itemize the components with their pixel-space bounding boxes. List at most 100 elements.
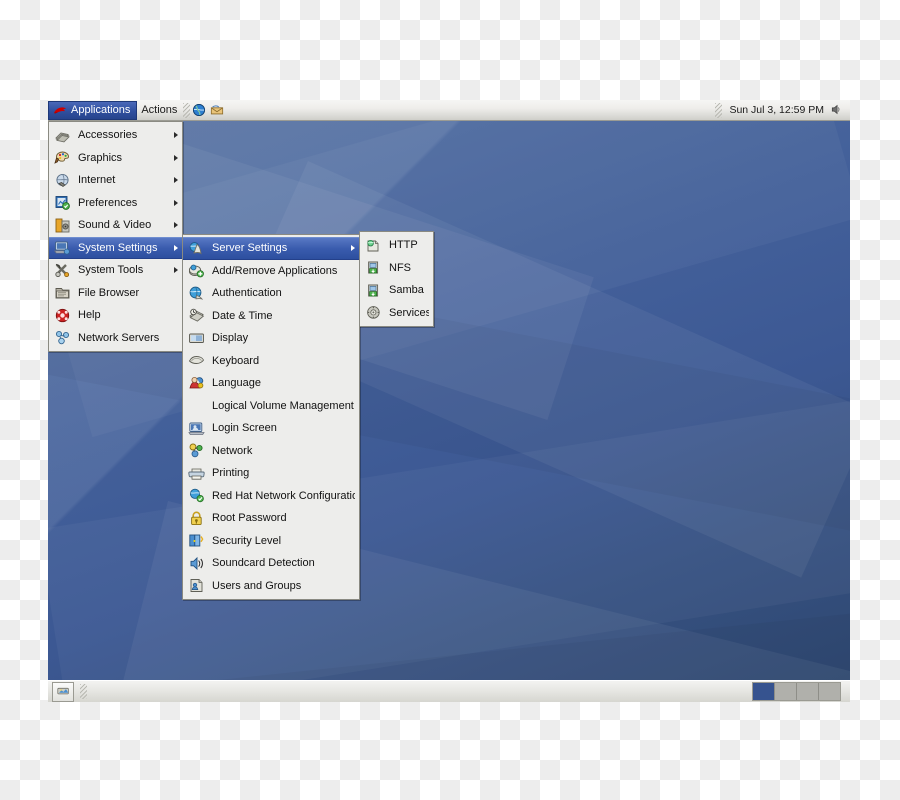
menu-item-red-hat-network-configuration[interactable]: Red Hat Network Configuration — [183, 485, 359, 508]
envelope-icon[interactable] — [210, 103, 224, 117]
menu-item-label: Root Password — [212, 512, 287, 525]
menu-item-printing[interactable]: Printing — [183, 462, 359, 485]
menu-item-label: System Tools — [78, 264, 144, 277]
server-settings-menu: HTTP NFS Samba Services — [359, 231, 434, 327]
menu-item-label: Network Servers — [78, 331, 160, 344]
menu-item-label: HTTP — [389, 239, 418, 252]
menu-item-root-password[interactable]: Root Password — [183, 507, 359, 530]
menu-item-label: Network — [212, 444, 253, 457]
tray-grip[interactable] — [715, 102, 723, 118]
menu-item-sound-video[interactable]: Sound & Video — [49, 214, 182, 237]
menu-item-accessories[interactable]: Accessories — [49, 124, 182, 147]
network-icon — [188, 442, 205, 459]
menu-item-nfs[interactable]: NFS — [360, 257, 433, 280]
menu-item-internet[interactable]: Internet — [49, 169, 182, 192]
menu-item-label: Keyboard — [212, 354, 260, 367]
menu-item-label: Help — [78, 309, 101, 322]
globe-icon[interactable] — [192, 103, 206, 117]
nfs-icon — [365, 259, 382, 276]
menu-item-security-level[interactable]: Security Level — [183, 530, 359, 553]
menu-item-label: Add/Remove Applications — [212, 264, 338, 277]
menu-item-graphics[interactable]: Graphics — [49, 147, 182, 170]
window-list-grip[interactable] — [80, 684, 87, 699]
applications-menu-button[interactable]: Applications — [48, 100, 138, 120]
menu-item-label: Soundcard Detection — [212, 557, 315, 570]
menu-item-logical-volume-management[interactable]: Logical Volume Management — [183, 395, 359, 418]
menu-item-users-and-groups[interactable]: Users and Groups — [183, 575, 359, 598]
soundcard-icon — [188, 555, 205, 572]
speaker-icon[interactable] — [829, 103, 843, 117]
transparency-backdrop: Applications Actions Sun Jul 3, 12:59 PM… — [0, 0, 900, 800]
menu-item-authentication[interactable]: Authentication — [183, 282, 359, 305]
menu-item-server-settings[interactable]: Server Settings — [183, 237, 359, 260]
menu-item-label: Date & Time — [212, 309, 273, 322]
applications-menu: Accessories Graphics Internet Preference… — [48, 121, 183, 352]
menu-item-soundcard-detection[interactable]: Soundcard Detection — [183, 552, 359, 575]
workspace-3[interactable] — [797, 683, 819, 700]
menu-item-network[interactable]: Network — [183, 440, 359, 463]
menu-item-label: Language — [212, 377, 261, 390]
menu-item-preferences[interactable]: Preferences — [49, 192, 182, 215]
menu-item-network-servers[interactable]: Network Servers — [49, 327, 182, 350]
redhat-fedora-icon — [53, 103, 67, 117]
date-time-icon — [188, 307, 205, 324]
chevron-right-icon — [174, 222, 178, 229]
chevron-right-icon — [174, 199, 178, 206]
bottom-panel — [48, 680, 850, 702]
desktop-screen: Applications Actions Sun Jul 3, 12:59 PM… — [48, 100, 850, 702]
menu-item-file-browser[interactable]: File Browser — [49, 282, 182, 305]
menu-item-services[interactable]: Services — [360, 302, 433, 325]
applications-menu-label: Applications — [71, 104, 131, 116]
menu-item-help[interactable]: Help — [49, 304, 182, 327]
workspace-switcher[interactable] — [752, 682, 841, 701]
language-icon — [188, 375, 205, 392]
rhn-config-icon — [188, 487, 205, 504]
clock[interactable]: Sun Jul 3, 12:59 PM — [729, 104, 824, 116]
menu-item-system-tools[interactable]: System Tools — [49, 259, 182, 282]
keyboard-icon — [188, 352, 205, 369]
services-icon — [365, 304, 382, 321]
workspace-4[interactable] — [819, 683, 840, 700]
menu-item-display[interactable]: Display — [183, 327, 359, 350]
chevron-right-icon — [174, 177, 178, 184]
menu-item-label: Server Settings — [212, 242, 288, 255]
actions-menu-button[interactable]: Actions — [137, 101, 183, 120]
desktop-icon — [56, 687, 69, 695]
system-settings-menu: Server Settings Add/Remove Applications — [182, 234, 360, 600]
menu-item-label: Red Hat Network Configuration — [212, 489, 355, 502]
menu-item-label: Printing — [212, 467, 250, 480]
file-browser-icon — [54, 284, 71, 301]
menu-item-label: Sound & Video — [78, 219, 152, 232]
menu-item-http[interactable]: HTTP — [360, 234, 433, 257]
actions-menu-label: Actions — [141, 104, 178, 116]
panel-grip[interactable] — [183, 102, 191, 118]
menu-item-label: Display — [212, 332, 249, 345]
workspace-2[interactable] — [775, 683, 797, 700]
users-groups-icon — [188, 577, 205, 594]
menu-item-label: File Browser — [78, 286, 140, 299]
show-desktop-button[interactable] — [52, 681, 74, 702]
menu-item-language[interactable]: Language — [183, 372, 359, 395]
graphics-icon — [54, 149, 71, 166]
accessories-icon — [54, 127, 71, 144]
menu-item-label: Accessories — [78, 129, 138, 142]
menu-item-date-time[interactable]: Date & Time — [183, 305, 359, 328]
preferences-icon — [54, 194, 71, 211]
menu-item-add-remove-applications[interactable]: Add/Remove Applications — [183, 260, 359, 283]
network-servers-icon — [54, 329, 71, 346]
chevron-right-icon — [174, 267, 178, 274]
security-level-icon — [188, 532, 205, 549]
authentication-icon — [188, 285, 205, 302]
system-settings-icon — [54, 239, 71, 256]
menu-item-system-settings[interactable]: System Settings — [49, 236, 182, 259]
server-settings-icon — [188, 240, 205, 257]
http-icon — [365, 237, 382, 254]
menu-item-label: Preferences — [78, 196, 138, 209]
internet-icon — [54, 172, 71, 189]
menu-item-login-screen[interactable]: Login Screen — [183, 417, 359, 440]
workspace-1[interactable] — [753, 683, 775, 700]
menu-item-samba[interactable]: Samba — [360, 279, 433, 302]
menu-item-keyboard[interactable]: Keyboard — [183, 350, 359, 373]
chevron-right-icon — [174, 244, 178, 251]
menu-item-label: System Settings — [78, 241, 158, 254]
